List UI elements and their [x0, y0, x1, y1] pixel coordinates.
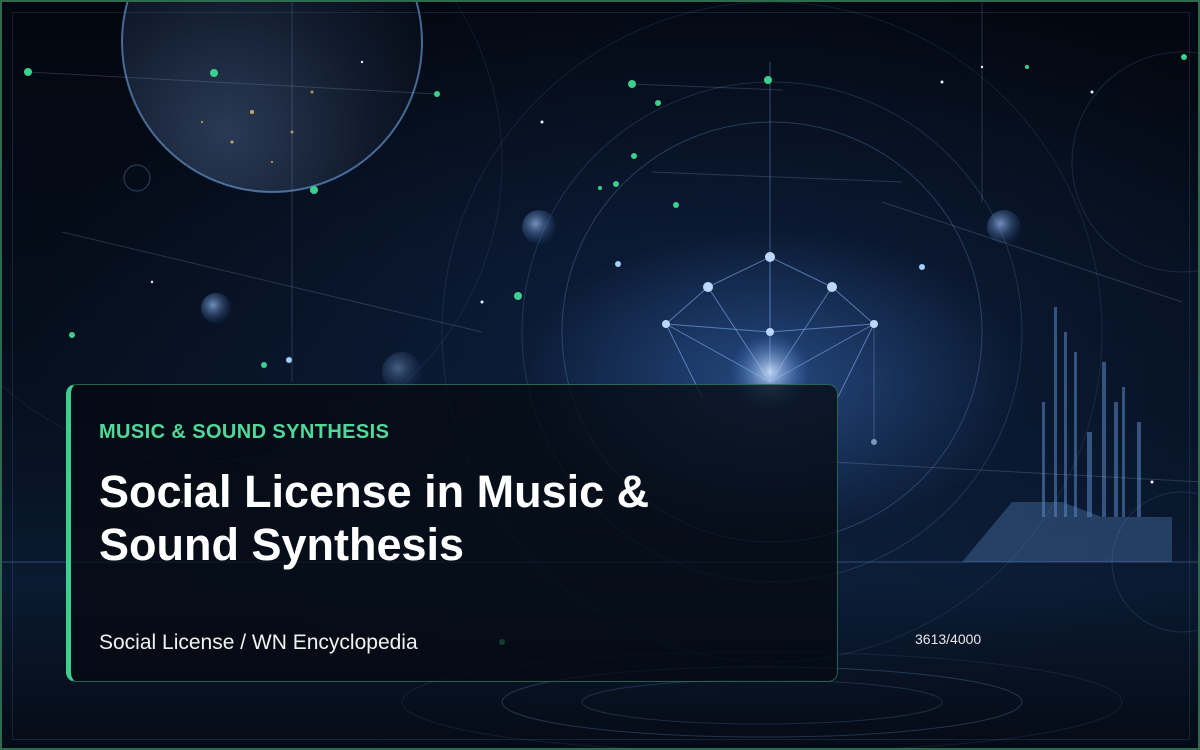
article-title: Social License in Music & Sound Synthesi…: [99, 466, 650, 570]
city-skyline-icon: [962, 307, 1172, 562]
category-label: MUSIC & SOUND SYNTHESIS: [99, 421, 390, 443]
source-breadcrumb: Social License / WN Encyclopedia: [99, 631, 418, 654]
hero-slide: MUSIC & SOUND SYNTHESIS Social License i…: [0, 0, 1200, 750]
planet-icon: [121, 2, 423, 193]
article-card[interactable]: MUSIC & SOUND SYNTHESIS Social License i…: [66, 384, 838, 682]
page-counter: 3613/4000: [915, 631, 982, 647]
